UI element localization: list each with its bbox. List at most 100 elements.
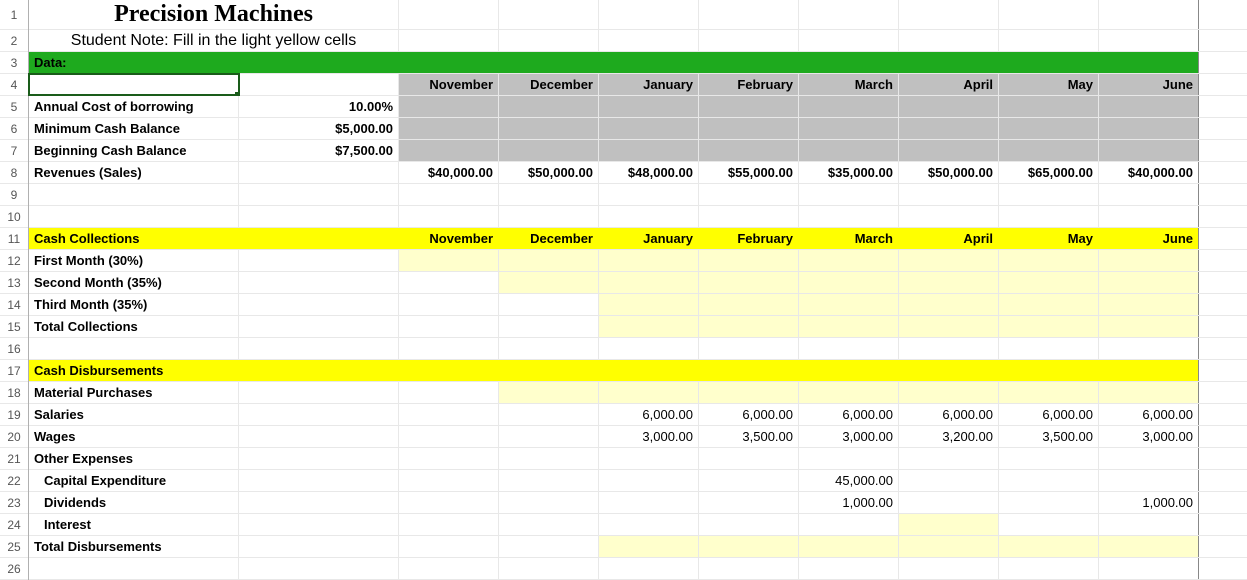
cell[interactable]	[499, 52, 599, 73]
revenue-value[interactable]: $50,000.00	[899, 162, 999, 183]
capex-value[interactable]	[999, 470, 1099, 491]
month-header[interactable]: May	[999, 228, 1099, 249]
cell[interactable]	[699, 52, 799, 73]
wage-value[interactable]: 3,000.00	[599, 426, 699, 447]
cell[interactable]	[1099, 96, 1199, 117]
cell[interactable]	[999, 360, 1099, 381]
input-cell[interactable]	[599, 382, 699, 403]
dividend-value[interactable]	[699, 492, 799, 513]
row-header[interactable]: 8	[0, 162, 28, 184]
input-cell[interactable]	[999, 536, 1099, 557]
capex-value[interactable]	[399, 470, 499, 491]
cell[interactable]	[799, 558, 899, 579]
input-cell[interactable]	[799, 250, 899, 271]
dividend-value[interactable]: 1,000.00	[799, 492, 899, 513]
cell[interactable]	[399, 52, 499, 73]
cell[interactable]	[999, 448, 1099, 469]
cell[interactable]	[499, 184, 599, 205]
cell[interactable]	[499, 118, 599, 139]
cell[interactable]	[799, 448, 899, 469]
cell[interactable]	[239, 514, 399, 535]
cell[interactable]	[1099, 558, 1199, 579]
beg-cash-label[interactable]: Beginning Cash Balance	[29, 140, 239, 161]
row-header[interactable]: 12	[0, 250, 28, 272]
revenue-value[interactable]: $50,000.00	[499, 162, 599, 183]
other-expenses-label[interactable]: Other Expenses	[29, 448, 239, 469]
wage-value[interactable]	[499, 426, 599, 447]
cell[interactable]	[699, 514, 799, 535]
cell[interactable]	[1099, 30, 1199, 51]
input-cell[interactable]	[899, 294, 999, 315]
cell[interactable]	[999, 514, 1099, 535]
cell[interactable]	[399, 96, 499, 117]
input-cell[interactable]	[899, 536, 999, 557]
cell[interactable]	[399, 184, 499, 205]
cell[interactable]	[499, 536, 599, 557]
input-cell[interactable]	[799, 316, 899, 337]
cell[interactable]	[999, 206, 1099, 227]
input-cell[interactable]	[899, 382, 999, 403]
input-cell[interactable]	[799, 382, 899, 403]
row-header[interactable]: 24	[0, 514, 28, 536]
cell[interactable]	[999, 184, 1099, 205]
cell[interactable]	[699, 0, 799, 29]
cell[interactable]	[239, 536, 399, 557]
cell[interactable]	[599, 338, 699, 359]
row-header[interactable]: 9	[0, 184, 28, 206]
cell[interactable]	[1099, 514, 1199, 535]
cell[interactable]	[899, 206, 999, 227]
input-cell[interactable]	[599, 272, 699, 293]
month-header[interactable]: November	[399, 74, 499, 95]
cash-collections-label[interactable]: Cash Collections	[29, 228, 239, 249]
month-header[interactable]: January	[599, 74, 699, 95]
capex-value[interactable]	[499, 470, 599, 491]
row-header[interactable]: 1	[0, 0, 28, 30]
month-header[interactable]: February	[699, 228, 799, 249]
cell[interactable]	[899, 140, 999, 161]
salary-value[interactable]: 6,000.00	[1099, 404, 1199, 425]
cell[interactable]	[899, 360, 999, 381]
cell[interactable]	[399, 118, 499, 139]
cell[interactable]	[499, 514, 599, 535]
month-header[interactable]: December	[499, 74, 599, 95]
row-header[interactable]: 5	[0, 96, 28, 118]
row-header[interactable]: 23	[0, 492, 28, 514]
material-purchases-label[interactable]: Material Purchases	[29, 382, 239, 403]
second-month-label[interactable]: Second Month (35%)	[29, 272, 239, 293]
row-header[interactable]: 16	[0, 338, 28, 360]
cell[interactable]	[899, 338, 999, 359]
cell[interactable]	[499, 30, 599, 51]
cell[interactable]	[999, 96, 1099, 117]
cell[interactable]	[29, 206, 239, 227]
cell[interactable]	[799, 30, 899, 51]
row-header[interactable]: 6	[0, 118, 28, 140]
wage-value[interactable]: 3,000.00	[799, 426, 899, 447]
cell[interactable]	[399, 0, 499, 29]
cell[interactable]	[699, 360, 799, 381]
first-month-label[interactable]: First Month (30%)	[29, 250, 239, 271]
input-cell[interactable]	[1099, 272, 1199, 293]
input-cell[interactable]	[1099, 536, 1199, 557]
title-cell[interactable]: Precision Machines	[29, 0, 399, 29]
cell[interactable]	[599, 140, 699, 161]
cell[interactable]	[239, 294, 399, 315]
total-collections-label[interactable]: Total Collections	[29, 316, 239, 337]
cell[interactable]	[239, 272, 399, 293]
cell[interactable]	[499, 140, 599, 161]
data-label[interactable]: Data:	[29, 52, 239, 73]
input-cell[interactable]	[799, 294, 899, 315]
cell[interactable]	[899, 118, 999, 139]
cell[interactable]	[239, 52, 399, 73]
cell[interactable]	[999, 140, 1099, 161]
cell[interactable]	[1099, 206, 1199, 227]
row-header[interactable]: 4	[0, 74, 28, 96]
cell[interactable]	[239, 382, 399, 403]
cell[interactable]	[599, 30, 699, 51]
cell[interactable]	[799, 96, 899, 117]
cell[interactable]	[799, 206, 899, 227]
cell[interactable]	[799, 52, 899, 73]
cell[interactable]	[599, 184, 699, 205]
input-cell[interactable]	[899, 316, 999, 337]
cell[interactable]	[399, 536, 499, 557]
annual-cost-value[interactable]: 10.00%	[239, 96, 399, 117]
